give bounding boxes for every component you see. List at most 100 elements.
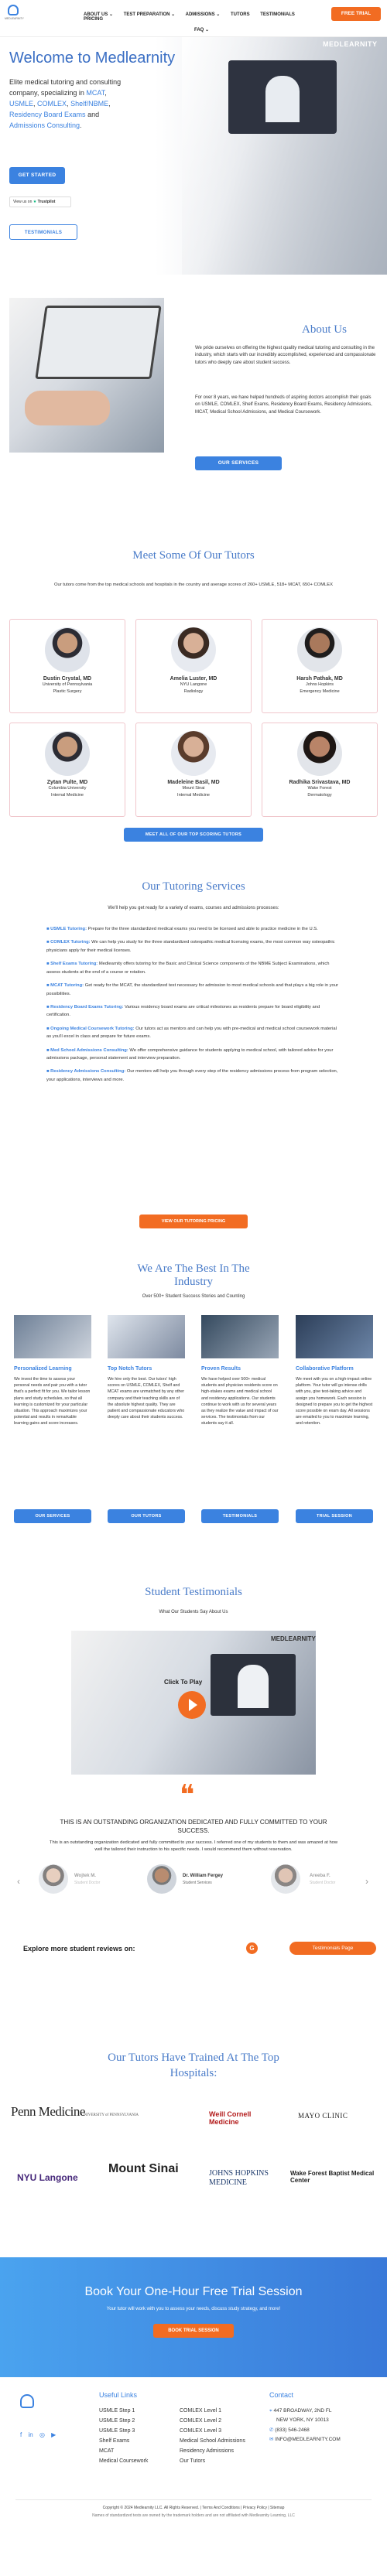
tutor-photo (171, 731, 216, 776)
quote-title: THIS IS AN OUTSTANDING ORGANIZATION DEDI… (60, 1819, 327, 1835)
nav-pricing[interactable]: PRICING (84, 17, 103, 22)
service-item: ■ COMLEX Tutoring: We can help you study… (46, 940, 335, 953)
about-title: About Us (302, 323, 347, 336)
link-mcat[interactable]: MCAT (86, 89, 104, 97)
useful-links-title: Useful Links (99, 2391, 138, 2399)
footer-links-col2: COMLEX Level 1 COMLEX Level 2 COMLEX Lev… (180, 2407, 245, 2467)
link-comlex[interactable]: COMLEX (37, 100, 67, 108)
testimonials-page-button[interactable]: Testimonials Page (289, 1942, 376, 1955)
trial-title: Book Your One-Hour Free Trial Session (84, 2285, 303, 2298)
trial-session-button[interactable]: TRIAL SESSION (296, 1509, 373, 1523)
weill-cornell-logo: Weill Cornell Medicine (209, 2110, 252, 2126)
footer-link[interactable]: Shelf Exams (99, 2437, 148, 2447)
about-p2: For over 8 years, we have helped hundred… (195, 395, 372, 415)
service-item: ■ Residency Admissions Consulting: Our m… (46, 1069, 338, 1082)
wake-forest-logo: Wake Forest Baptist Medical Center (290, 2170, 375, 2185)
video-doctor (265, 76, 300, 122)
email-link[interactable]: ✉ INFO@MEDLEARNITY.COM (269, 2435, 341, 2444)
link-usmle[interactable]: USMLE (9, 100, 33, 108)
mayo-clinic-logo: MAYO CLINIC (298, 2112, 348, 2120)
footer-link[interactable]: Our Tutors (180, 2457, 245, 2467)
our-services-button[interactable]: OUR SERVICES (14, 1509, 91, 1523)
phone-link[interactable]: ✆ (833) 546-2468 (269, 2426, 341, 2435)
free-trial-button[interactable]: FREE TRIAL (331, 7, 381, 21)
contact-info: ⌖ 447 BROADWAY, 2ND FL NEW YORK, NY 1001… (269, 2407, 341, 2444)
nav-test-prep[interactable]: TEST PREPARATION ⌄ (124, 12, 175, 17)
disclaimer: Names of standardized tests are owned by… (92, 2513, 295, 2518)
link-residency[interactable]: Residency Board Exams (9, 111, 86, 118)
hero-title: Welcome to Medlearnity (9, 50, 176, 67)
hospital-logos: Penn Medicine UNIVERSITY of PENNSYLVANIA… (0, 2096, 387, 2212)
footer-link[interactable]: Medical School Admissions (180, 2437, 245, 2447)
get-started-button[interactable]: GET STARTED (9, 167, 65, 184)
logo-mark-icon (8, 5, 19, 15)
book-trial-button[interactable]: BOOK TRIAL SESSION (153, 2324, 234, 2338)
avatar (147, 1864, 176, 1894)
tutor-card[interactable]: Madeleine Basil, MD Mount Sinai Internal M… (135, 723, 252, 817)
about-photo (9, 298, 164, 453)
footer-link[interactable]: Residency Admissions (180, 2447, 245, 2457)
trial-text: Your tutor will work with you to assess … (106, 2307, 281, 2311)
linkedin-icon[interactable]: in (28, 2431, 33, 2438)
link-shelf[interactable]: Shelf/NBME (70, 100, 108, 108)
testimonial-person[interactable]: Areeba F. Student Doctor (271, 1864, 356, 1895)
laptop (35, 306, 162, 379)
tutor-card[interactable]: Amelia Luster, MD NYU Langone Radiology (135, 619, 252, 713)
nav-admissions[interactable]: ADMISSIONS ⌄ (186, 12, 221, 17)
footer-link[interactable]: USMLE Step 1 (99, 2407, 148, 2417)
nav-faq[interactable]: FAQ ⌄ (194, 28, 209, 32)
carousel-prev-icon[interactable]: ‹ (17, 1876, 20, 1887)
header: MEDLEARNITY ABOUT US ⌄ TEST PREPARATION … (0, 0, 387, 37)
tutor-card[interactable]: Dustin Crystal, MD University of Pennsylv… (9, 619, 125, 713)
service-item: ■ MCAT Tutoring: Get ready for the MCAT,… (46, 983, 338, 996)
testimonials-button[interactable]: TESTIMONIALS (201, 1509, 279, 1523)
testimonial-person[interactable]: Dr. William Fergey Student Services (147, 1864, 263, 1895)
best-column: Personalized Learning We invest the time… (14, 1315, 91, 1523)
footer-logo[interactable] (20, 2394, 34, 2408)
play-icon[interactable] (178, 1691, 206, 1719)
testimonial-person[interactable]: Wojtek M. Student Doctor (39, 1864, 147, 1895)
nav-testimonials[interactable]: TESTIMONIALS (260, 12, 295, 17)
our-services-button[interactable]: OUR SERVICES (195, 456, 282, 470)
main-nav: ABOUT US ⌄ TEST PREPARATION ⌄ ADMISSIONS… (84, 12, 308, 32)
trustpilot-badge[interactable]: View us on ★ Trustpilot (9, 196, 71, 207)
link-admissions[interactable]: Admissions Consulting (9, 121, 80, 129)
tutors-subtitle: Our tutors come from the top medical sch… (54, 583, 333, 587)
click-to-play-label: Click To Play (164, 1679, 203, 1686)
view-pricing-button[interactable]: VIEW OUR TUTORING PRICING (139, 1215, 248, 1228)
footer-link[interactable]: Medical Coursework (99, 2457, 148, 2467)
tutors-title: Meet Some Of Our Tutors (132, 549, 255, 562)
carousel-next-icon[interactable]: › (365, 1876, 368, 1887)
testimonial-video[interactable]: MEDLEARNITY Click To Play (71, 1631, 316, 1775)
footer-link[interactable]: USMLE Step 2 (99, 2417, 148, 2427)
services-subtitle: We'll help you get ready for a variety o… (108, 906, 279, 910)
footer-link[interactable]: COMLEX Level 3 (180, 2427, 245, 2437)
nyu-langone-logo: NYU Langone (17, 2172, 78, 2183)
tutor-photo (45, 627, 90, 672)
testimonials-button[interactable]: TESTIMONIALS (9, 224, 77, 240)
nav-tutors[interactable]: TUTORS (231, 12, 250, 17)
footer-link[interactable]: COMLEX Level 2 (180, 2417, 245, 2427)
video-screen (211, 1654, 296, 1716)
our-tutors-button[interactable]: OUR TUTORS (108, 1509, 185, 1523)
youtube-icon[interactable]: ▶ (51, 2431, 56, 2438)
instagram-icon[interactable]: ◎ (39, 2431, 45, 2438)
footer: f in ◎ ▶ Useful Links USMLE Step 1 USMLE… (0, 2377, 387, 2576)
facebook-icon[interactable]: f (20, 2431, 22, 2438)
footer-link[interactable]: COMLEX Level 1 (180, 2407, 245, 2417)
best-photo (14, 1315, 91, 1358)
contact-title: Contact (269, 2391, 294, 2399)
best-columns: Personalized Learning We invest the time… (14, 1315, 373, 1539)
footer-link[interactable]: USMLE Step 3 (99, 2427, 148, 2437)
services-list: ■ USMLE Tutoring: Prepare for the three … (46, 925, 341, 1089)
google-review-icon[interactable]: G (246, 1942, 258, 1954)
tutor-card[interactable]: Harsh Pathak, MD Johns Hopkins Emergency M… (262, 619, 378, 713)
laptop-screen (228, 60, 337, 134)
tutor-card[interactable]: Radhika Srivastava, MD Wake Forest Dermato… (262, 723, 378, 817)
avatar (39, 1864, 68, 1894)
hospitals-title: Our Tutors Have Trained At The Top Hospi… (108, 2052, 279, 2080)
meet-all-tutors-button[interactable]: MEET ALL OF OUR TOP SCORING TUTORS (124, 828, 263, 842)
tutor-card[interactable]: Zytan Pulte, MD Columbia University Intern… (9, 723, 125, 817)
footer-link[interactable]: MCAT (99, 2447, 148, 2457)
logo[interactable]: MEDLEARNITY (5, 5, 24, 23)
